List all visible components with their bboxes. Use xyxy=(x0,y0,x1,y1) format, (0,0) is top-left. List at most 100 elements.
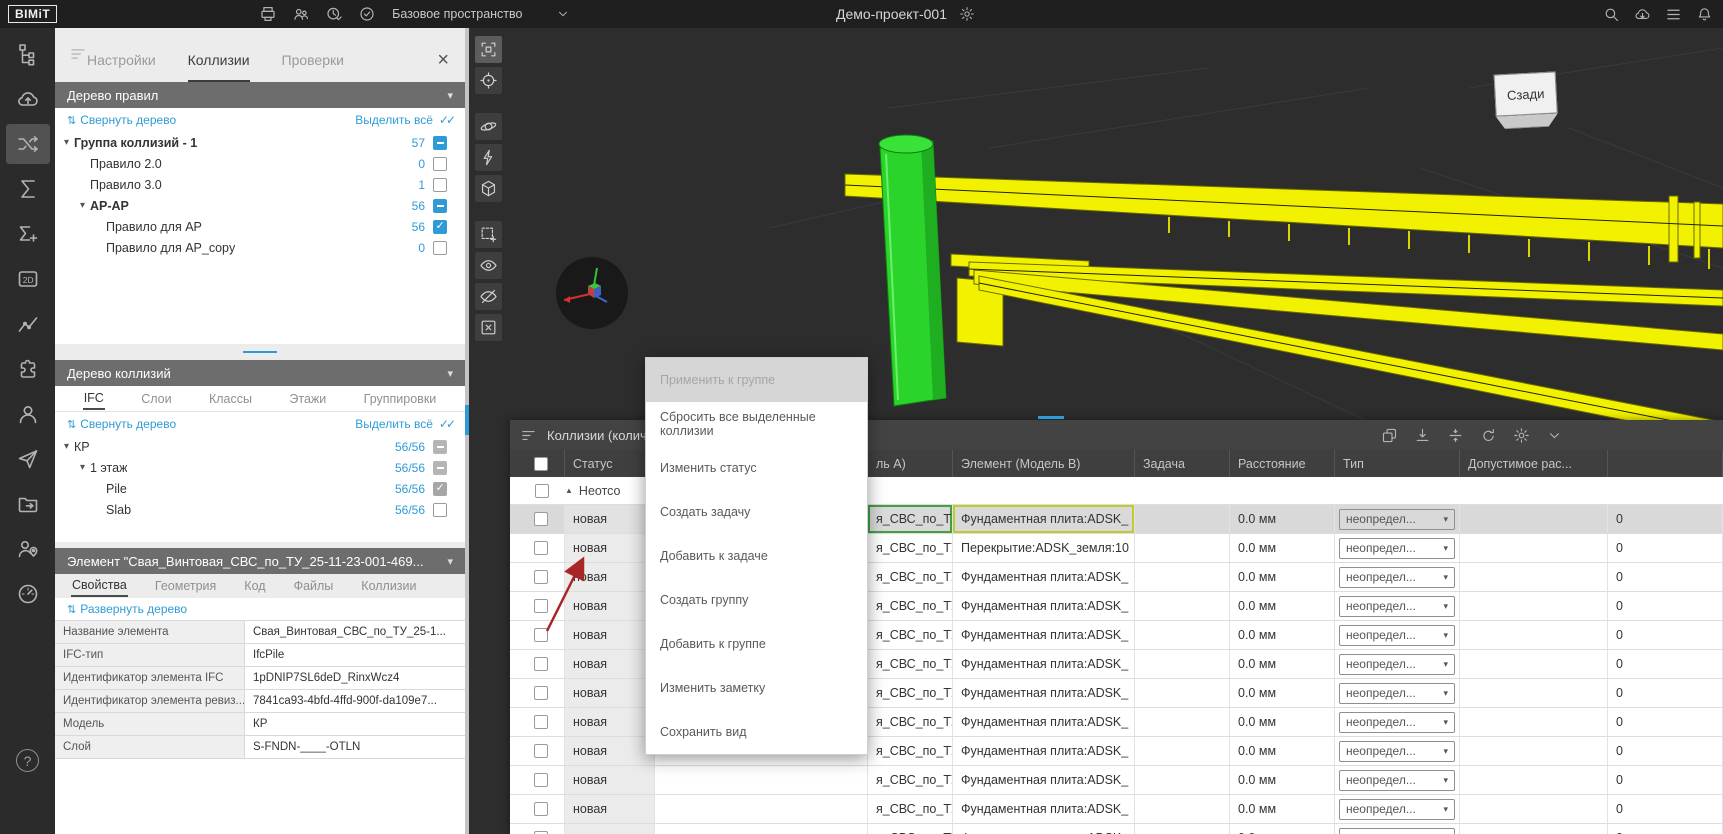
list-icon[interactable] xyxy=(1665,6,1682,23)
yellow-structure[interactable] xyxy=(845,174,1723,440)
collision-tree-tab[interactable]: Слои xyxy=(140,389,172,409)
element-tab[interactable]: Файлы xyxy=(293,576,335,596)
type-dropdown[interactable]: неопредел...▾ xyxy=(1339,654,1455,675)
tree-item[interactable]: Pile56/56 xyxy=(55,478,465,499)
tree-item[interactable]: Правило для АР_copy0 xyxy=(55,237,465,258)
row-checkbox[interactable] xyxy=(534,628,548,642)
green-pile[interactable] xyxy=(879,135,946,406)
tree-item-checkbox[interactable] xyxy=(433,136,447,150)
context-menu-item[interactable]: Создать группу xyxy=(646,578,867,622)
row-checkbox[interactable] xyxy=(534,744,548,758)
type-dropdown[interactable]: неопредел...▾ xyxy=(1339,712,1455,733)
collision-tree-tab[interactable]: Этажи xyxy=(288,389,327,409)
clip-plane-button[interactable] xyxy=(475,144,502,171)
collapse-tree-link[interactable]: ⇅Свернуть дерево xyxy=(67,113,176,127)
context-menu-item[interactable]: Сбросить все выделенные коллизии xyxy=(646,402,867,446)
column-header[interactable]: Расстояние xyxy=(1230,450,1335,477)
tree-item[interactable]: Правило 2.00 xyxy=(55,153,465,174)
table-panel-grip[interactable] xyxy=(1038,416,1064,419)
send-button[interactable] xyxy=(6,439,50,479)
type-dropdown[interactable]: неопредел...▾ xyxy=(1339,799,1455,820)
user-location-button[interactable] xyxy=(6,529,50,569)
orbit-mode-button[interactable] xyxy=(475,113,502,140)
hide-button[interactable] xyxy=(475,283,502,310)
column-header[interactable]: Элемент (Модель В) xyxy=(953,450,1135,477)
collision-tree-tab[interactable]: Группировки xyxy=(363,389,438,409)
focus-model-button[interactable] xyxy=(475,36,502,63)
expand-arrow-icon[interactable]: ▾ xyxy=(55,462,85,473)
import-icon[interactable] xyxy=(1414,427,1431,444)
sum-plus-button[interactable] xyxy=(6,214,50,254)
row-checkbox[interactable] xyxy=(534,802,548,816)
project-settings-gear-icon[interactable] xyxy=(959,6,975,22)
tree-item-checkbox[interactable] xyxy=(433,482,447,496)
column-header[interactable]: Статус xyxy=(565,450,655,477)
tree-item-checkbox[interactable] xyxy=(433,241,447,255)
select-all-checkbox[interactable] xyxy=(534,457,548,471)
element-tab[interactable]: Коллизии xyxy=(360,576,417,596)
tree-item-checkbox[interactable] xyxy=(433,220,447,234)
device-button[interactable] xyxy=(257,3,279,25)
collapse-tree-link[interactable]: ⇅Свернуть дерево xyxy=(67,417,176,431)
navigation-cube[interactable]: Сзади xyxy=(1494,71,1559,129)
tree-item[interactable]: Правило для АР56 xyxy=(55,216,465,237)
element-tab[interactable]: Свойства xyxy=(71,575,128,597)
context-menu-item[interactable]: Сохранить вид xyxy=(646,710,867,754)
type-dropdown[interactable]: неопредел...▾ xyxy=(1339,567,1455,588)
bell-icon[interactable] xyxy=(1696,6,1713,23)
tasks-button[interactable] xyxy=(356,3,378,25)
cloud-upload-button[interactable] xyxy=(6,79,50,119)
copy-group-icon[interactable] xyxy=(1381,427,1398,444)
type-dropdown[interactable]: неопредел...▾ xyxy=(1339,828,1455,834)
settings-gear-icon[interactable] xyxy=(1513,427,1530,444)
workspace-select[interactable]: Базовое пространство xyxy=(392,7,570,21)
resize-grip[interactable] xyxy=(243,351,277,353)
target-button[interactable] xyxy=(475,67,502,94)
collision-tree-section-header[interactable]: Дерево коллизий ▾ xyxy=(55,360,465,386)
expand-arrow-icon[interactable]: ▾ xyxy=(55,137,69,148)
type-dropdown[interactable]: неопредел...▾ xyxy=(1339,509,1455,530)
close-panel-icon[interactable]: × xyxy=(437,50,449,70)
help-button[interactable]: ? xyxy=(16,749,39,772)
tree-item[interactable]: ▾КР56/56 xyxy=(55,436,465,457)
row-checkbox[interactable] xyxy=(534,599,548,613)
table-menu-icon[interactable] xyxy=(520,427,537,444)
history-button[interactable] xyxy=(323,3,345,25)
tree-item[interactable]: Slab56/56 xyxy=(55,499,465,520)
context-menu-item[interactable]: Изменить заметку xyxy=(646,666,867,710)
column-header[interactable]: ль А) xyxy=(868,450,953,477)
select-area-button[interactable] xyxy=(475,221,502,248)
tree-item[interactable]: ▾1 этаж56/56 xyxy=(55,457,465,478)
fit-rows-icon[interactable] xyxy=(1447,427,1464,444)
expand-arrow-icon[interactable]: ▾ xyxy=(55,200,85,211)
expand-arrow-icon[interactable]: ▾ xyxy=(55,441,69,452)
tree-item[interactable]: ▾АР-АР56 xyxy=(55,195,465,216)
tree-item[interactable]: ▾Группа коллизий - 157 xyxy=(55,132,465,153)
collaboration-button[interactable] xyxy=(290,3,312,25)
column-header[interactable]: Допустимое рас... xyxy=(1460,450,1608,477)
group-checkbox[interactable] xyxy=(535,484,549,498)
collapse-panel-chevron-icon[interactable] xyxy=(1546,427,1563,444)
tree-item-checkbox[interactable] xyxy=(433,461,447,475)
tab-settings[interactable]: Настройки xyxy=(87,52,156,82)
type-dropdown[interactable]: неопредел...▾ xyxy=(1339,538,1455,559)
context-menu-item[interactable]: Изменить статус xyxy=(646,446,867,490)
row-checkbox[interactable] xyxy=(534,686,548,700)
row-checkbox[interactable] xyxy=(534,715,548,729)
context-menu-item[interactable]: Добавить к группе xyxy=(646,622,867,666)
tree-item-checkbox[interactable] xyxy=(433,178,447,192)
select-all-link[interactable]: Выделить всё✓✓ xyxy=(355,113,453,127)
view-2d-button[interactable]: 2D xyxy=(6,259,50,299)
collision-row[interactable]: новаяя_СВС_по_ТУ,Фундаментная плита:ADSK… xyxy=(510,824,1723,834)
dashboard-button[interactable] xyxy=(6,574,50,614)
export-folder-button[interactable] xyxy=(6,484,50,524)
graphs-button[interactable] xyxy=(6,304,50,344)
type-dropdown[interactable]: неопредел...▾ xyxy=(1339,596,1455,617)
show-button[interactable] xyxy=(475,252,502,279)
refresh-icon[interactable] xyxy=(1480,427,1497,444)
cloud-download-icon[interactable] xyxy=(1634,6,1651,23)
context-menu-item[interactable]: Создать задачу xyxy=(646,490,867,534)
collision-row[interactable]: новаяя_СВС_по_ТУ,Фундаментная плита:ADSK… xyxy=(510,795,1723,824)
sum-button[interactable] xyxy=(6,169,50,209)
row-checkbox[interactable] xyxy=(534,541,548,555)
